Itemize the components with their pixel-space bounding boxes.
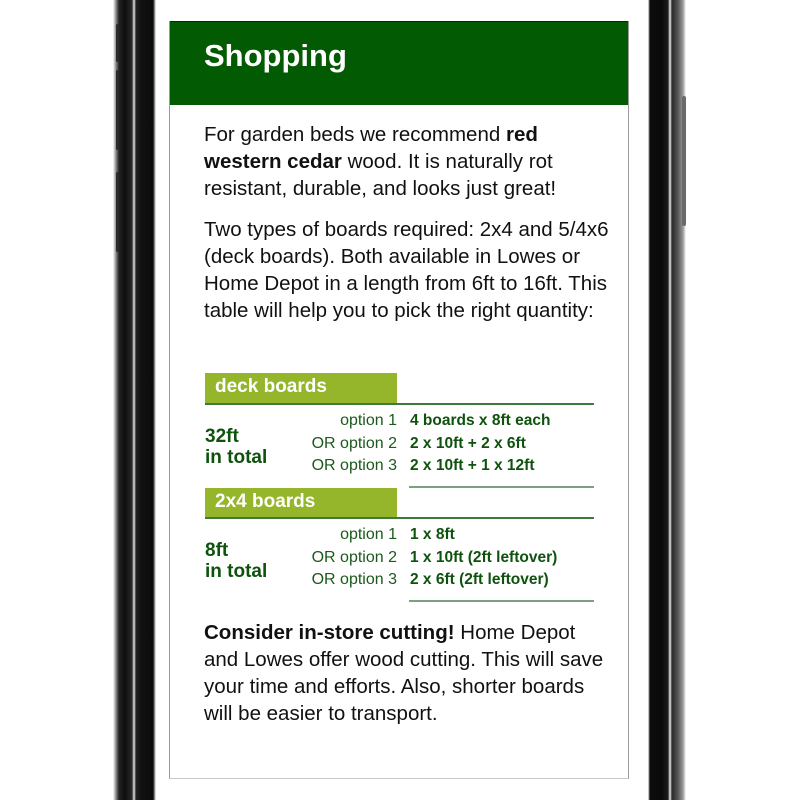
option-label: option 1 [340, 526, 397, 543]
option-value: 2 x 10ft + 2 x 6ft [410, 434, 526, 452]
screen-card: Shopping For garden beds we recommend re… [169, 21, 629, 779]
option-labels: option 1 OR option 2 OR option 3 [270, 524, 397, 592]
page-title: Shopping [204, 38, 347, 73]
phone-frame-right-edge [648, 0, 686, 800]
option-label: OR option 3 [311, 571, 397, 588]
phone-power-button [682, 96, 686, 226]
section-bottom-divider [409, 600, 594, 602]
section-header: 2x4 boards [205, 488, 397, 518]
tip-paragraph: Consider in-store cutting! Home Depot an… [204, 619, 614, 727]
option-labels: option 1 OR option 2 OR option 3 [270, 410, 397, 478]
option-label: OR option 2 [311, 434, 397, 452]
option-value: 2 x 10ft + 1 x 12ft [410, 457, 535, 474]
boards-info-paragraph: Two types of boards required: 2x4 and 5/… [204, 218, 609, 322]
section-header: deck boards [205, 373, 397, 403]
option-label: option 1 [340, 412, 397, 429]
option-values: 1 x 8ft 1 x 10ft (2ft leftover) 2 x 6ft … [410, 524, 610, 592]
section-divider [205, 517, 594, 519]
tip-bold: Consider in-store cutting! [204, 621, 455, 644]
intro-paragraph: For garden beds we recommend red western… [204, 121, 614, 202]
phone-volume-up-button [116, 70, 119, 150]
section-bottom-divider [409, 486, 594, 488]
intro-text-start: For garden beds we recommend [204, 123, 506, 146]
option-value: 2 x 6ft (2ft leftover) [410, 571, 549, 588]
phone-volume-down-button [116, 172, 119, 252]
option-label: OR option 2 [311, 548, 397, 566]
option-value: 1 x 8ft [410, 526, 455, 543]
option-values: 4 boards x 8ft each 2 x 10ft + 2 x 6ft 2… [410, 410, 610, 478]
phone-frame-left-edge [113, 0, 156, 800]
option-value: 1 x 10ft (2ft leftover) [410, 548, 558, 566]
page-header: Shopping [170, 21, 628, 105]
section-divider [205, 403, 594, 405]
phone-side-button-mute [116, 24, 119, 62]
option-value: 4 boards x 8ft each [410, 412, 551, 429]
option-label: OR option 3 [311, 457, 397, 474]
